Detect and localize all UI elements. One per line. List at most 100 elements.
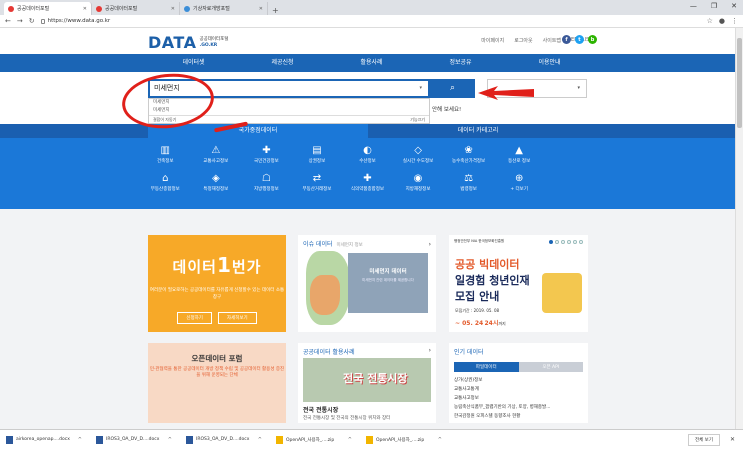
url-text: https://www.data.go.kr <box>47 18 111 24</box>
list-item[interactable]: 상가(상권)정보 <box>454 376 583 385</box>
browser-tab-2[interactable]: 공공데이터포털 ✕ <box>92 2 180 15</box>
card-desc: 여러분이 필요로하는 공공데이터를 자유롭게 신청할수 있는 데이터 소통창구 <box>149 288 285 300</box>
close-tab-icon[interactable]: ✕ <box>171 6 175 12</box>
twitter-icon[interactable]: t <box>575 35 584 44</box>
data-request-card[interactable]: 데이터1번가 여러분이 필요로하는 공공데이터를 자유롭게 신청할수 있는 데이… <box>148 235 286 332</box>
banner-illustration <box>542 273 582 313</box>
blank <box>544 172 595 186</box>
category-item[interactable]: ☖ 지방행정정보 <box>241 172 292 192</box>
download-item[interactable]: IROS3_OA_DV_D....docx ^ <box>96 435 172 444</box>
category-item[interactable]: ⚠ 교통사고정보 <box>191 144 242 164</box>
back-icon[interactable]: ← <box>5 17 11 25</box>
category-item[interactable]: ✚ 식의약품종합정보 <box>342 172 393 192</box>
search-button[interactable]: ⌕ <box>430 79 475 98</box>
category-item[interactable]: ⇄ 부동산거래정보 <box>292 172 343 192</box>
chevron-right-icon[interactable]: › <box>429 241 431 248</box>
category-item[interactable]: ◉ 지방재정정보 <box>393 172 444 192</box>
chevron-right-icon[interactable]: › <box>429 347 431 356</box>
tab-data-category[interactable]: 데이터 카테고리 <box>368 124 588 138</box>
category-label: + 더보기 <box>510 187 528 192</box>
site-logo[interactable]: DATA 공공데이터포털 .GO.KR <box>148 33 228 52</box>
category-item[interactable]: ◈ 특정재정정보 <box>191 172 242 192</box>
details-button[interactable]: 자세히보기 <box>217 312 257 324</box>
chevron-up-icon[interactable]: ^ <box>258 437 262 443</box>
category-item[interactable]: ⊕ + 더보기 <box>494 172 545 192</box>
category-item <box>544 144 595 164</box>
usecase-caption[interactable]: 전국 전통시장 <box>303 405 338 414</box>
browser-tab-1[interactable]: 공공데이터포털 ✕ <box>4 2 92 15</box>
download-filename: OpenAPI_사용자_....zip <box>376 437 425 443</box>
close-tab-icon[interactable]: ✕ <box>259 6 263 12</box>
list-item[interactable]: 교통사고통계 <box>454 385 583 394</box>
category-label: 부동산종합정보 <box>150 187 180 192</box>
chevron-up-icon[interactable]: ^ <box>438 437 442 443</box>
issue-data-card[interactable]: 이슈 데이터 미세먼지 정보 › 미세먼지 데이터 미세먼지 관련 데이터를 제공합… <box>298 235 436 332</box>
menu-icon[interactable]: ⋮ <box>731 17 738 25</box>
category-item[interactable]: ✚ 국민건강정보 <box>241 144 292 164</box>
docx-file-icon <box>6 435 13 444</box>
blog-icon[interactable]: b <box>588 35 597 44</box>
reload-icon[interactable]: ↻ <box>29 17 35 25</box>
carousel-dots[interactable] <box>549 240 583 244</box>
forward-icon[interactable]: → <box>17 17 23 25</box>
banner-card[interactable]: 행정안전부 NIA 한국정보화진흥원 공공 빅데이터 일경험 청년인재 모집 안… <box>449 235 588 332</box>
download-item[interactable]: IROS3_OA_DV_D....docx ^ <box>186 435 262 444</box>
category-grid: ▥ 건축정보 ⚠ 교통사고정보 ✚ 국민건강정보 ▤ 상권정보 ◐ 수산정보 ◇ 실시간 수도정보 ❀ 농… <box>140 144 595 192</box>
chevron-up-icon[interactable]: ^ <box>78 437 82 443</box>
autocomplete-off-button[interactable]: 기능끄기 <box>410 116 425 123</box>
list-item[interactable]: 한국감정원 오피스텔 동향조사 현황 <box>454 412 583 421</box>
bookmark-star-icon[interactable]: ☆ <box>707 17 713 25</box>
maximize-icon[interactable]: ❐ <box>711 2 717 10</box>
category-item[interactable]: ⌂ 부동산종합정보 <box>140 172 191 192</box>
download-item[interactable]: OpenAPI_사용자_....zip ^ <box>366 435 442 444</box>
request-button[interactable]: 신청하기 <box>177 312 212 324</box>
chevron-up-icon[interactable]: ^ <box>168 437 172 443</box>
card-title-a: 데이터 <box>172 258 217 276</box>
category-item[interactable]: ⚖ 법령정보 <box>443 172 494 192</box>
download-filename: airkorea_openap....docx <box>16 437 70 442</box>
tab-file-data[interactable]: 파일데이터 <box>454 362 519 372</box>
page-scrollbar[interactable] <box>735 28 743 429</box>
show-all-downloads-button[interactable]: 전체 보기 <box>687 433 720 446</box>
top-link-mypage[interactable]: 마이페이지 <box>481 37 504 44</box>
close-tab-icon[interactable]: ✕ <box>83 6 87 12</box>
open-data-forum-card[interactable]: 오픈데이터 포럼 민·관협력을 통한 공공데이터 개방 정책 수립 및 공공데이… <box>148 343 286 423</box>
download-item[interactable]: airkorea_openap....docx ^ <box>6 435 82 444</box>
category-label: 지방행정정보 <box>253 187 279 192</box>
nav-dataset[interactable]: 데이터셋 <box>149 54 238 72</box>
minimize-icon[interactable]: — <box>690 2 697 10</box>
dropdown-arrow-icon[interactable]: ▾ <box>419 81 422 96</box>
list-item[interactable]: 농림축산식품부_팜랩기반의 기상, 토양, 병해충발... <box>454 403 583 412</box>
close-window-icon[interactable]: ✕ <box>731 2 737 10</box>
site-header: DATA 공공데이터포털.GO.KR 마이페이지 로그아웃 사이트맵 ENGLI… <box>0 28 743 54</box>
browser-tab-3[interactable]: 기상자료개방포털 ✕ <box>180 2 268 15</box>
tab-open-api[interactable]: 오픈 API <box>518 362 583 372</box>
category-item[interactable]: ❀ 농수축산가격정보 <box>443 144 494 164</box>
nav-info[interactable]: 정보공유 <box>416 54 505 72</box>
category-label: 법령정보 <box>460 187 477 192</box>
scrollbar-thumb[interactable] <box>737 38 742 128</box>
url-field[interactable]: https://www.data.go.kr <box>40 18 701 24</box>
nav-guide[interactable]: 이용안내 <box>505 54 594 72</box>
usecase-card[interactable]: 공공데이터 활용사례 › 전국 전통시장 전국 전통시장 전국 전통시장 및 전국… <box>298 343 436 423</box>
nav-request[interactable]: 제공신청 <box>238 54 327 72</box>
period-suffix: 까지 <box>498 321 506 326</box>
realestate-icon: ⌂ <box>162 173 169 184</box>
new-tab-button[interactable]: + <box>268 6 283 15</box>
nav-usecases[interactable]: 활용사례 <box>327 54 416 72</box>
top-link-logout[interactable]: 로그아웃 <box>514 37 532 44</box>
facebook-icon[interactable]: f <box>562 35 571 44</box>
card-heading: 인기 데이터 <box>454 349 484 356</box>
close-download-bar-icon[interactable]: ✕ <box>730 436 735 443</box>
download-item[interactable]: OpenAPI_사용자_....zip ^ <box>276 435 352 444</box>
list-item[interactable]: 교통사고정보 <box>454 394 583 403</box>
account-icon[interactable]: ● <box>719 17 725 25</box>
chevron-up-icon[interactable]: ^ <box>348 437 352 443</box>
category-item[interactable]: ▲ 등산로 정보 <box>494 144 545 164</box>
top-link-sitemap[interactable]: 사이트맵 <box>543 37 561 44</box>
traffic-icon: ⚠ <box>211 145 221 156</box>
category-item[interactable]: ◐ 수산정보 <box>342 144 393 164</box>
category-item[interactable]: ▤ 상권정보 <box>292 144 343 164</box>
category-item[interactable]: ▥ 건축정보 <box>140 144 191 164</box>
category-item[interactable]: ◇ 실시간 수도정보 <box>393 144 444 164</box>
